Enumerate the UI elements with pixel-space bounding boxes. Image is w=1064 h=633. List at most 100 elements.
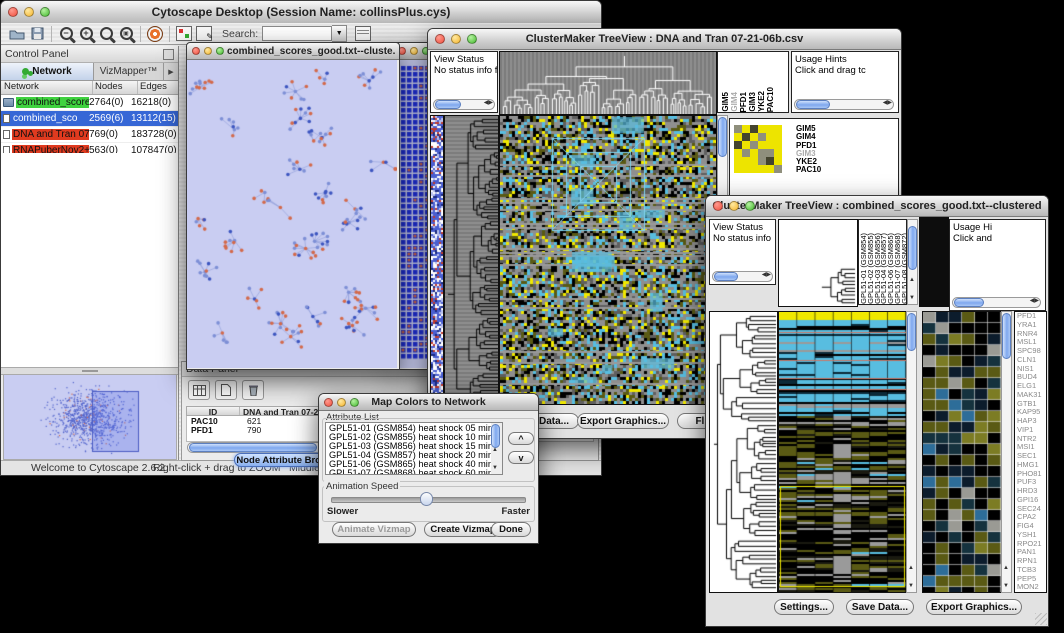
done-button[interactable]: Done <box>491 522 531 537</box>
attribute-list-item[interactable]: GPL51-07 (GSM868) heat shock 60 min <box>329 469 502 475</box>
delete-attribute-icon[interactable] <box>242 380 264 400</box>
tv2-heatmap[interactable] <box>778 311 907 593</box>
new-attribute-icon[interactable] <box>215 380 237 400</box>
attribute-list-vscrollbar[interactable]: ▲▼ <box>491 423 502 474</box>
tv1-zoom-cell[interactable] <box>774 157 782 165</box>
tv2-hints-hscrollbar[interactable]: ◀▶ <box>952 297 1041 308</box>
tv1-column-label[interactable]: YKE2 <box>757 91 766 112</box>
table-mode-icon[interactable] <box>188 380 210 400</box>
close-button[interactable] <box>8 7 18 17</box>
tv1-zoom-cell[interactable] <box>734 125 742 133</box>
tv1-zoom-cell[interactable] <box>742 157 750 165</box>
zoom-button[interactable] <box>40 7 50 17</box>
tv2-column-dendrogram[interactable] <box>778 219 858 307</box>
tv1-zoom-cell[interactable] <box>742 149 750 157</box>
tab-overflow-arrow[interactable]: ▶ <box>164 63 178 80</box>
tv2-heatmap-vscrollbar[interactable]: ▲▼ <box>906 311 917 593</box>
tv1-zoom-cell[interactable] <box>774 141 782 149</box>
tv1-column-label[interactable]: GIM5 <box>721 92 730 112</box>
move-down-button[interactable]: v <box>508 451 534 464</box>
animation-speed-slider[interactable] <box>331 497 526 503</box>
zoom-button[interactable] <box>745 201 755 211</box>
tv1-zoom-cell[interactable] <box>750 125 758 133</box>
tv1-zoom-cell[interactable] <box>766 149 774 157</box>
tv1-heatmap[interactable] <box>499 115 717 405</box>
minimize-button[interactable] <box>337 398 346 407</box>
tv1-row-dendrogram[interactable] <box>444 115 499 405</box>
tv1-zoom-cell[interactable] <box>750 149 758 157</box>
col-header-nodes[interactable]: Nodes <box>93 81 138 94</box>
tv1-status-hscrollbar[interactable]: ◀▶ <box>433 99 495 110</box>
zoom-selected-icon[interactable]: ▣ <box>116 25 136 43</box>
tab-vizmapper[interactable]: VizMapper™ <box>94 63 164 80</box>
tv1-zoom-cell[interactable] <box>742 165 750 173</box>
tv1-export-graphics-button[interactable]: Export Graphics... <box>577 413 669 429</box>
network-canvas[interactable] <box>187 60 397 368</box>
minimize-button[interactable] <box>410 47 418 55</box>
open-file-icon[interactable] <box>7 25 27 43</box>
treeview2-titlebar[interactable]: ClusterMaker TreeView : combined_scores_… <box>706 196 1048 217</box>
tv1-zoom-cell[interactable] <box>758 157 766 165</box>
tv1-zoom-cell[interactable] <box>750 165 758 173</box>
search-input[interactable] <box>262 26 332 41</box>
tv1-zoom-cell[interactable] <box>742 133 750 141</box>
zoom-button[interactable] <box>350 398 359 407</box>
tv2-zoom-heatmap[interactable] <box>922 311 1002 593</box>
tv1-zoom-cell[interactable] <box>742 125 750 133</box>
attribute-listbox[interactable]: GPL51-01 (GSM854) heat shock 05 minGPL51… <box>325 422 503 475</box>
tv1-zoom-cell[interactable] <box>774 133 782 141</box>
slider-thumb[interactable] <box>420 492 433 506</box>
save-icon[interactable] <box>27 25 47 43</box>
tv2-labels-vscrollbar[interactable]: ▲▼ <box>907 219 918 305</box>
tv1-zoom-heatmap[interactable] <box>734 125 782 173</box>
tv2-zoom-vscrollbar[interactable]: ▲▼ <box>1001 311 1012 593</box>
float-panel-icon[interactable] <box>163 49 174 60</box>
tv1-zoom-cell[interactable] <box>774 125 782 133</box>
close-button[interactable] <box>713 201 723 211</box>
main-titlebar[interactable]: Cytoscape Desktop (Session Name: collins… <box>1 1 601 24</box>
zoom-fit-icon[interactable] <box>96 25 116 43</box>
network-table-row[interactable]: combined_sco 2569(6) 13112(15) <box>1 111 178 127</box>
tv1-zoom-cell[interactable] <box>766 141 774 149</box>
tv1-zoom-cell[interactable] <box>750 141 758 149</box>
tv1-zoom-cell[interactable] <box>758 165 766 173</box>
tv1-zoom-cell[interactable] <box>766 125 774 133</box>
tv1-zoom-cell[interactable] <box>734 165 742 173</box>
attribute-browser-icon[interactable] <box>353 25 373 43</box>
search-dropdown-arrow[interactable]: ▼ <box>332 25 347 42</box>
tv1-column-dendrogram[interactable] <box>499 51 717 115</box>
dialog-titlebar[interactable]: Map Colors to Network <box>319 394 538 411</box>
help-lifering-icon[interactable] <box>145 25 165 43</box>
tab-network[interactable]: Network <box>1 63 94 80</box>
tv1-zoom-cell[interactable] <box>742 141 750 149</box>
minimize-button[interactable] <box>729 201 739 211</box>
tv1-column-label[interactable]: GIM3 <box>748 92 757 112</box>
tv1-column-label[interactable]: PFD1 <box>739 92 748 112</box>
move-up-button[interactable]: ^ <box>508 432 534 445</box>
tv1-zoom-cell[interactable] <box>774 165 782 173</box>
close-button[interactable] <box>192 47 200 55</box>
tv1-zoom-cell[interactable] <box>734 157 742 165</box>
tv2-status-hscrollbar[interactable]: ◀▶ <box>712 271 773 282</box>
tv1-zoom-cell[interactable] <box>766 157 774 165</box>
tv1-zoom-cell[interactable] <box>734 133 742 141</box>
close-button[interactable] <box>324 398 333 407</box>
tv1-hints-hscrollbar[interactable]: ◀▶ <box>794 99 894 110</box>
tv1-zoom-cell[interactable] <box>758 133 766 141</box>
tv1-zoom-cell[interactable] <box>758 141 766 149</box>
tv2-save-data-button[interactable]: Save Data... <box>846 599 914 615</box>
animate-vizmap-button[interactable]: Animate Vizmap <box>332 522 416 537</box>
tv1-zoom-cell[interactable] <box>750 133 758 141</box>
tv1-zoom-gene-label[interactable]: PAC10 <box>796 166 821 174</box>
tv2-row-dendrogram[interactable] <box>709 311 778 593</box>
resize-grip[interactable] <box>1035 613 1047 625</box>
minimize-button[interactable] <box>451 34 461 44</box>
data-col-id[interactable]: ID <box>187 407 240 415</box>
tv1-global-pixel-strip[interactable] <box>430 115 444 405</box>
zoom-button[interactable] <box>216 47 224 55</box>
network-window-titlebar[interactable]: combined_scores_good.txt--cluste... <box>187 43 399 60</box>
tv2-gene-label[interactable]: MON2 <box>1017 583 1046 592</box>
network-overview-canvas[interactable] <box>3 374 177 460</box>
annotation-icon[interactable]: ✎ <box>194 25 214 43</box>
tv1-zoom-cell[interactable] <box>766 133 774 141</box>
